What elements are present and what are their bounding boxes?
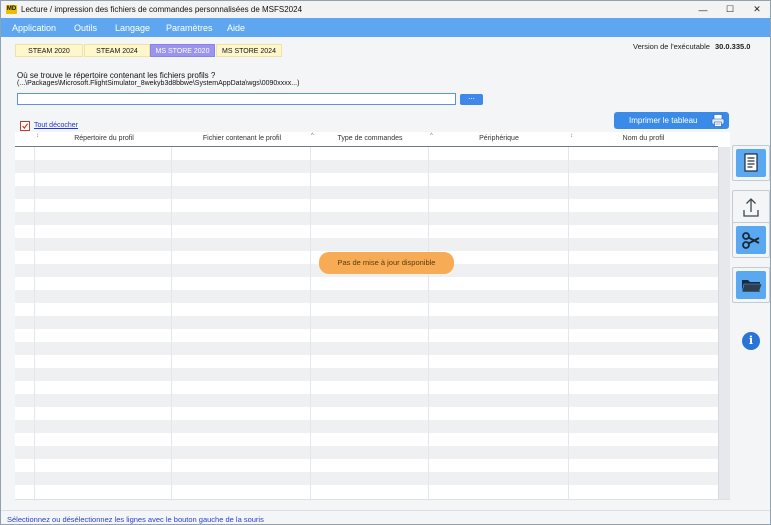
table-row[interactable] bbox=[15, 381, 718, 394]
table-row[interactable] bbox=[15, 446, 718, 459]
folder-icon bbox=[741, 280, 763, 293]
table-scrollbar[interactable] bbox=[718, 147, 730, 499]
table-row[interactable] bbox=[15, 342, 718, 355]
menu-parametres[interactable]: Paramètres bbox=[166, 23, 213, 33]
table-row[interactable] bbox=[15, 316, 718, 329]
app-logo-icon: MD bbox=[6, 5, 17, 14]
menu-aide[interactable]: Aide bbox=[227, 23, 245, 33]
tab-steam-2020[interactable]: STEAM 2020 bbox=[15, 44, 83, 57]
column-header-device[interactable]: Périphérique bbox=[429, 135, 569, 142]
update-toast: Pas de mise à jour disponible bbox=[319, 252, 454, 274]
window-title: Lecture / impression des fichiers de com… bbox=[21, 5, 303, 14]
table-row[interactable] bbox=[15, 472, 718, 485]
table-row[interactable] bbox=[15, 290, 718, 303]
status-bar: Sélectionnez ou désélectionnez les ligne… bbox=[1, 510, 770, 524]
table-row[interactable] bbox=[15, 355, 718, 368]
upload-icon bbox=[743, 198, 759, 217]
document-list-button[interactable] bbox=[732, 145, 770, 181]
minimize-button[interactable]: — bbox=[690, 1, 716, 18]
browse-button[interactable]: ... bbox=[460, 93, 483, 105]
version-label: Version de l'exécutable bbox=[633, 42, 710, 51]
table-row[interactable] bbox=[15, 225, 718, 238]
print-table-label: Imprimer le tableau bbox=[629, 116, 698, 125]
store-tabs: STEAM 2020 STEAM 2024 MS STORE 2020 MS S… bbox=[11, 41, 291, 61]
main-window: MD Lecture / impression des fichiers de … bbox=[0, 0, 771, 525]
info-icon[interactable]: i bbox=[742, 332, 760, 350]
table-row[interactable] bbox=[15, 459, 718, 472]
column-divider bbox=[171, 147, 172, 499]
column-header-profile-name[interactable]: Nom du profil bbox=[569, 135, 718, 142]
column-divider bbox=[310, 147, 311, 499]
tab-ms-store-2020[interactable]: MS STORE 2020 bbox=[150, 44, 215, 57]
menu-application[interactable]: Application bbox=[12, 23, 56, 33]
version-value: 30.0.335.0 bbox=[715, 42, 751, 51]
close-button[interactable]: ✕ bbox=[744, 1, 770, 18]
table-row[interactable] bbox=[15, 212, 718, 225]
upload-button[interactable] bbox=[732, 190, 770, 225]
menu-bar: Application Outils Langage Paramètres Ai… bbox=[1, 18, 770, 37]
status-text: Sélectionnez ou désélectionnez les ligne… bbox=[7, 515, 264, 524]
table-row[interactable] bbox=[15, 394, 718, 407]
table-row[interactable] bbox=[15, 433, 718, 446]
table-row[interactable] bbox=[15, 173, 718, 186]
table-row[interactable] bbox=[15, 199, 718, 212]
table-header: ↕ Répertoire du profil Fichier contenant… bbox=[15, 132, 718, 147]
directory-question: Où se trouve le répertoire contenant les… bbox=[17, 71, 216, 80]
column-divider bbox=[568, 147, 569, 499]
column-header-profile-file[interactable]: Fichier contenant le profil bbox=[173, 135, 311, 142]
menu-langage[interactable]: Langage bbox=[115, 23, 150, 33]
profiles-table[interactable]: ↕ Répertoire du profil Fichier contenant… bbox=[15, 132, 730, 500]
open-folder-button[interactable] bbox=[732, 267, 770, 303]
table-row[interactable] bbox=[15, 303, 718, 316]
table-row[interactable] bbox=[15, 147, 718, 160]
directory-path-input[interactable] bbox=[17, 93, 456, 105]
print-table-button[interactable]: Imprimer le tableau bbox=[614, 112, 729, 129]
maximize-button[interactable]: ☐ bbox=[717, 1, 743, 18]
column-divider bbox=[34, 147, 35, 499]
column-header-profile-directory[interactable]: Répertoire du profil bbox=[35, 135, 173, 142]
table-row[interactable] bbox=[15, 485, 718, 498]
menu-outils[interactable]: Outils bbox=[74, 23, 97, 33]
table-row[interactable] bbox=[15, 329, 718, 342]
uncheck-all-link[interactable]: Tout décocher bbox=[34, 122, 78, 129]
column-header-command-type[interactable]: Type de commandes bbox=[311, 135, 429, 142]
table-row[interactable] bbox=[15, 186, 718, 199]
uncheck-all-checkbox[interactable] bbox=[20, 121, 30, 131]
cut-button[interactable] bbox=[732, 222, 770, 258]
table-row[interactable] bbox=[15, 420, 718, 433]
tab-steam-2024[interactable]: STEAM 2024 bbox=[84, 44, 150, 57]
table-row[interactable] bbox=[15, 368, 718, 381]
table-row[interactable] bbox=[15, 160, 718, 173]
title-bar: MD Lecture / impression des fichiers de … bbox=[1, 1, 770, 18]
printer-icon bbox=[711, 114, 725, 127]
table-row[interactable] bbox=[15, 277, 718, 290]
directory-hint: (...\Packages\Microsoft.FlightSimulator_… bbox=[17, 80, 300, 87]
table-row[interactable] bbox=[15, 407, 718, 420]
column-divider bbox=[428, 147, 429, 499]
cut-icon bbox=[742, 232, 760, 249]
document-list-icon bbox=[744, 153, 758, 172]
tab-ms-store-2024[interactable]: MS STORE 2024 bbox=[216, 44, 282, 57]
table-row[interactable] bbox=[15, 238, 718, 251]
